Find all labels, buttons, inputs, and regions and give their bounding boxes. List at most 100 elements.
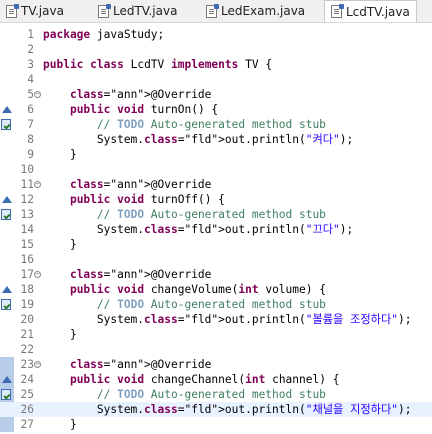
code-line[interactable]: 25 // TODO Auto-generated method stub: [0, 387, 432, 402]
code-text[interactable]: public void changeVolume(int volume) {: [43, 282, 326, 297]
code-line[interactable]: 17− class="ann">@Override: [0, 267, 432, 282]
code-text[interactable]: class="ann">@Override: [43, 357, 211, 372]
override-triangle-icon[interactable]: [2, 106, 12, 113]
fold-minus-icon[interactable]: −: [34, 271, 41, 278]
code-line[interactable]: 7 // TODO Auto-generated method stub: [0, 117, 432, 132]
tab-ledtv-java[interactable]: LedTV.java: [98, 0, 177, 22]
code-line[interactable]: 13 // TODO Auto-generated method stub: [0, 207, 432, 222]
code-text[interactable]: public void changeChannel(int channel) {: [43, 372, 339, 387]
java-file-icon: [206, 3, 219, 18]
fold-minus-icon[interactable]: −: [34, 91, 41, 98]
line-number: 3: [27, 58, 34, 71]
line-number: 1: [27, 28, 34, 41]
code-line[interactable]: 3 public class LcdTV implements TV {: [0, 57, 432, 72]
code-text[interactable]: System.class="fld">out.println("끄다");: [43, 222, 353, 237]
line-number: 19: [20, 298, 34, 311]
code-line[interactable]: 9 }: [0, 147, 432, 162]
line-number: 7: [27, 118, 34, 131]
code-line[interactable]: 19 // TODO Auto-generated method stub: [0, 297, 432, 312]
line-number: 6: [27, 103, 34, 116]
line-number: 15: [20, 238, 34, 251]
line-number: 4: [27, 73, 34, 86]
code-line[interactable]: 26 System.class="fld">out.println("채널을 지…: [0, 402, 432, 417]
code-text[interactable]: // TODO Auto-generated method stub: [43, 297, 326, 312]
tab-label: LcdTV.java: [346, 4, 410, 19]
code-line[interactable]: 11− class="ann">@Override: [0, 177, 432, 192]
code-line[interactable]: 12 public void turnOff() {: [0, 192, 432, 207]
code-editor[interactable]: 1 package javaStudy; 2 3 public class LcdTV …: [0, 23, 432, 434]
code-text[interactable]: class="ann">@Override: [43, 177, 211, 192]
editor-tab-bar: TV.java LedTV.java LedExam.java LcdTV.ja…: [0, 0, 432, 23]
code-line[interactable]: 5− class="ann">@Override: [0, 87, 432, 102]
code-line[interactable]: 20 System.class="fld">out.println("볼륨을 조…: [0, 312, 432, 327]
tab-lcdtv-java[interactable]: LcdTV.java: [324, 0, 417, 22]
line-number: 12: [20, 193, 34, 206]
line-number: 2: [27, 43, 34, 56]
code-line[interactable]: 10: [0, 162, 432, 177]
line-number: 27: [20, 418, 34, 431]
java-file-icon: [6, 3, 19, 18]
code-text[interactable]: }: [43, 237, 77, 252]
code-line[interactable]: 16: [0, 252, 432, 267]
code-text[interactable]: }: [43, 417, 77, 432]
code-text[interactable]: System.class="fld">out.println("볼륨을 조정하다…: [43, 312, 412, 327]
line-number: 22: [20, 343, 34, 356]
code-text[interactable]: }: [43, 327, 77, 342]
code-text[interactable]: }: [43, 147, 77, 162]
code-text[interactable]: System.class="fld">out.println("채널을 지정하다…: [43, 402, 412, 417]
tab-tv-java[interactable]: TV.java: [6, 0, 64, 22]
code-line[interactable]: 27 }: [0, 417, 432, 432]
override-triangle-icon[interactable]: [2, 286, 12, 293]
line-number: 18: [20, 283, 34, 296]
code-line[interactable]: 15 }: [0, 237, 432, 252]
code-line[interactable]: 8 System.class="fld">out.println("켜다");: [0, 132, 432, 147]
code-text[interactable]: class="ann">@Override: [43, 267, 211, 282]
code-line[interactable]: 18 public void changeVolume(int volume) …: [0, 282, 432, 297]
line-number: 24: [20, 373, 34, 386]
tab-ledexam-java[interactable]: LedExam.java: [206, 0, 305, 22]
code-line[interactable]: 14 System.class="fld">out.println("끄다");: [0, 222, 432, 237]
code-text[interactable]: public void turnOff() {: [43, 192, 225, 207]
override-triangle-icon[interactable]: [2, 376, 12, 383]
code-text[interactable]: package javaStudy;: [43, 27, 164, 42]
code-line[interactable]: 1 package javaStudy;: [0, 27, 432, 42]
task-icon[interactable]: [1, 209, 11, 220]
line-number: 8: [27, 133, 34, 146]
code-text[interactable]: // TODO Auto-generated method stub: [43, 207, 326, 222]
code-line[interactable]: 21 }: [0, 327, 432, 342]
tab-label: LedTV.java: [113, 4, 178, 18]
code-line[interactable]: 4: [0, 72, 432, 87]
code-line[interactable]: 6 public void turnOn() {: [0, 102, 432, 117]
tab-label: TV.java: [21, 4, 64, 18]
line-number: 9: [27, 148, 34, 161]
code-line[interactable]: 23− class="ann">@Override: [0, 357, 432, 372]
code-line[interactable]: 24 public void changeChannel(int channel…: [0, 372, 432, 387]
line-number: 21: [20, 328, 34, 341]
code-text[interactable]: public class LcdTV implements TV {: [43, 57, 272, 72]
override-triangle-icon[interactable]: [2, 196, 12, 203]
line-number: 17: [20, 268, 34, 281]
fold-minus-icon[interactable]: −: [34, 361, 41, 368]
code-line[interactable]: 2: [0, 42, 432, 57]
code-text[interactable]: class="ann">@Override: [43, 87, 211, 102]
fold-minus-icon[interactable]: −: [34, 181, 41, 188]
task-icon[interactable]: [1, 389, 11, 400]
code-line[interactable]: 22: [0, 342, 432, 357]
line-number: 10: [20, 163, 34, 176]
line-number: 11: [20, 178, 34, 191]
code-text[interactable]: public void turnOn() {: [43, 102, 218, 117]
code-text[interactable]: // TODO Auto-generated method stub: [43, 117, 326, 132]
line-number: 23: [20, 358, 34, 371]
code-text[interactable]: // TODO Auto-generated method stub: [43, 387, 326, 402]
line-number: 5: [27, 88, 34, 101]
line-number: 16: [20, 253, 34, 266]
line-number: 14: [20, 223, 34, 236]
line-number: 20: [20, 313, 34, 326]
java-file-icon: [98, 3, 111, 18]
java-file-icon: [331, 4, 344, 18]
line-number: 26: [20, 403, 34, 416]
line-number: 13: [20, 208, 34, 221]
code-text[interactable]: System.class="fld">out.println("켜다");: [43, 132, 353, 147]
task-icon[interactable]: [1, 299, 11, 310]
task-icon[interactable]: [1, 119, 11, 130]
